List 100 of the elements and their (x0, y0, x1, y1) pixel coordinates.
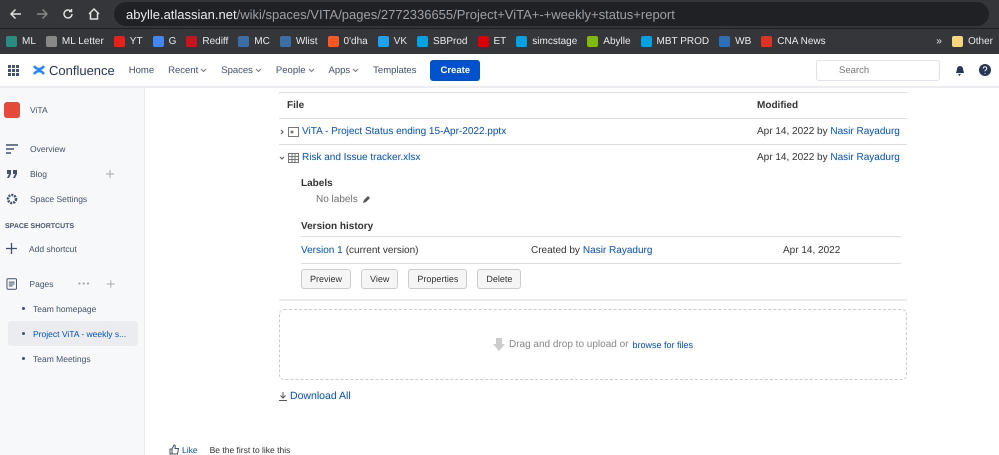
column-header: File (287, 100, 304, 111)
bookmark[interactable]: CNA News (761, 36, 826, 47)
page-tree-item[interactable]: Team Meetings (8, 346, 138, 371)
author-link[interactable]: Nasir Rayadurg (582, 244, 652, 256)
caret-icon (308, 68, 315, 72)
bookmark-icon (280, 36, 291, 47)
bookmark-icon (6, 36, 17, 47)
bookmark[interactable]: MC (238, 36, 270, 47)
modified-date: Apr 14, 2022 by (757, 126, 828, 137)
sidebar-item[interactable]: Space Settings (30, 194, 88, 204)
bookmark[interactable]: ML Letter (46, 36, 104, 47)
create-button[interactable]: Create (430, 60, 480, 80)
presentation-file-icon (288, 126, 299, 136)
notification-bell-icon[interactable] (954, 64, 965, 76)
url-text: abylle.atlassian.net/wiki/spaces/VITA/pages/2772336655/Project+ViTA+-+weekly+status+report (126, 6, 675, 22)
author-link[interactable]: Nasir Rayadurg (830, 152, 900, 163)
browse-files-link[interactable]: browse for files (632, 340, 694, 350)
app-grid-icon[interactable] (8, 64, 19, 76)
labels-heading: Labels (301, 178, 334, 189)
sidebar-item[interactable]: Blog (30, 168, 48, 178)
bookmark[interactable]: simcstage (516, 36, 578, 47)
search-field[interactable]: Search (816, 60, 940, 80)
chevron-right-icon[interactable] (279, 128, 285, 134)
bookmark[interactable]: MBT PROD (640, 36, 710, 47)
confluence-logo[interactable]: Confluence (33, 62, 115, 78)
bookmark-icon (114, 36, 125, 47)
nav-menu-item[interactable]: Home (128, 64, 154, 76)
bookmark-icon (238, 36, 250, 47)
download-icon (279, 392, 287, 400)
quote-icon (6, 168, 18, 178)
modified-date: Apr 14, 2022 by (757, 152, 828, 163)
space-avatar-icon (4, 102, 20, 118)
bookmark[interactable]: Wlist (280, 36, 318, 47)
bookmark[interactable]: Abylle (587, 36, 631, 47)
reload-icon[interactable] (62, 8, 74, 20)
file-link[interactable]: Risk and Issue tracker.xlsx (302, 152, 420, 163)
bookmark[interactable]: VK (378, 36, 408, 47)
like-note: Be the first to like this (210, 444, 290, 454)
bookmark-icon (417, 36, 428, 47)
bookmark-icon (478, 36, 488, 47)
upload-dropzone[interactable]: Drag and drop to upload or browse for files (279, 309, 907, 380)
sidebar-item[interactable]: Overview (30, 144, 66, 154)
page-icon (6, 278, 18, 290)
bookmark-icon (186, 36, 198, 47)
bookmark[interactable]: Rediff (186, 36, 228, 47)
help-icon[interactable] (979, 64, 991, 76)
bookmark-icon (328, 36, 339, 47)
nav-menu-item[interactable]: Recent (168, 64, 208, 76)
back-icon[interactable] (10, 8, 22, 20)
forward-icon[interactable] (36, 8, 48, 20)
bookmark[interactable]: SBProd (417, 36, 468, 47)
space-name[interactable]: ViTA (30, 105, 48, 115)
add-icon (6, 243, 17, 254)
add-shortcut-link[interactable]: Add shortcut (29, 244, 77, 254)
sidebar-item[interactable]: Pages (29, 278, 54, 288)
file-link[interactable]: ViTA - Project Status ending 15-Apr-2022.pptx (302, 126, 506, 137)
bookmark[interactable]: 0'dha (328, 36, 368, 47)
column-header: Modified (757, 100, 798, 111)
version-link[interactable]: Version 1 (301, 244, 343, 256)
version-history-heading: Version history (301, 221, 374, 232)
folder-icon (952, 36, 963, 47)
no-labels-text: No labels (316, 194, 358, 205)
action-button[interactable]: Delete (477, 269, 522, 289)
home-icon[interactable] (88, 8, 100, 20)
action-button[interactable]: Preview (301, 269, 352, 289)
bookmark-icon (152, 36, 164, 47)
page-tree-item[interactable]: Project ViTA - weekly s... (8, 321, 138, 346)
bookmark-icon (719, 36, 730, 47)
action-button[interactable]: View (361, 269, 398, 289)
bookmark[interactable]: ML (6, 36, 36, 47)
like-button[interactable]: Like (169, 444, 198, 455)
download-all-link[interactable]: Download All (290, 390, 351, 402)
bookmark[interactable]: YT (114, 36, 143, 47)
more-bookmarks-button[interactable]: » (936, 36, 942, 47)
page-tree-item[interactable]: Team homepage (8, 296, 138, 321)
bookmark[interactable]: G (152, 36, 176, 47)
nav-menu-item[interactable]: People (276, 64, 315, 76)
address-bar[interactable]: abylle.atlassian.net/wiki/spaces/VITA/pages/2772336655/Project+ViTA+-+weekly+status+report (114, 2, 989, 26)
bookmark[interactable]: ET (478, 36, 506, 47)
version-note: (current version) (346, 244, 419, 256)
pencil-icon[interactable] (362, 196, 370, 204)
action-button[interactable]: Properties (408, 269, 468, 289)
author-link[interactable]: Nasir Rayadurg (830, 126, 900, 137)
down-arrow-icon (492, 338, 505, 351)
bookmark-icon (761, 36, 772, 47)
thumbs-up-icon (169, 444, 180, 455)
nav-menu-item[interactable]: Spaces (221, 64, 262, 76)
nav-menu-item[interactable]: Apps (328, 64, 360, 76)
bookmark[interactable]: WB (719, 36, 752, 47)
caret-icon (200, 68, 208, 72)
chevron-down-icon[interactable] (279, 154, 285, 160)
other-bookmarks-folder[interactable]: Other (952, 36, 993, 47)
bookmark-icon (378, 36, 389, 47)
lines-icon (6, 144, 18, 154)
version-date: Apr 14, 2022 (783, 244, 840, 256)
bookmark-icon (587, 36, 598, 47)
bookmark-icon (640, 36, 652, 47)
nav-menu-item[interactable]: Templates (373, 64, 416, 76)
caret-icon (352, 68, 360, 72)
upload-hint: Drag and drop to upload or (508, 339, 628, 350)
